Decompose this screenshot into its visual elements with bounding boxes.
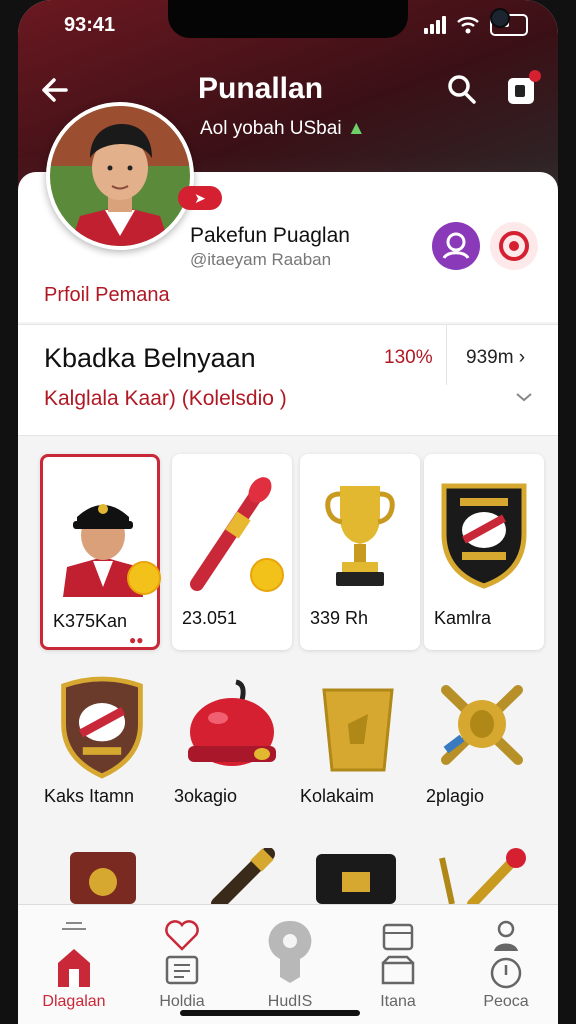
club-crest-icon [441,483,527,589]
plaque-icon[interactable] [68,848,138,904]
gold-cup-icon[interactable] [318,684,398,774]
item-label: 23.051 [182,608,238,628]
chevron-down-icon[interactable] [512,385,536,409]
collection-section[interactable]: Kbadka Belnyaan Kalglala Kaar) (Kolelsdi… [18,324,558,436]
avatar[interactable] [46,102,194,250]
search-icon[interactable] [442,70,482,110]
nav-label: Dlagalan [42,993,106,1010]
status-time: 93:41 [64,14,116,36]
trophy-icon [325,486,395,586]
profile-name: Pakefun Puaglan [190,224,350,247]
bag-icon[interactable] [314,848,398,904]
back-arrow-icon[interactable] [36,70,76,110]
nav-label: HudIS [267,993,313,1010]
item-label: K375Kan [53,611,128,631]
item-label: Kolakaim [300,786,375,806]
notch [168,0,510,38]
gold-emblem-icon[interactable] [432,680,532,770]
item-tile-2[interactable]: 23.051 [172,454,292,650]
nav-label: Holdia [159,993,205,1010]
signal-icon [424,16,446,34]
section-value[interactable]: 939m › [466,347,525,369]
page-title: Punallan [198,72,324,105]
item-label: 3okagio [174,786,238,806]
section-subtitle: Kalglala Kaar) (Kolelsdio ) [44,387,287,410]
person-icon [494,920,518,951]
list-icon [165,955,199,985]
heart-mini-icon: ●● [129,633,144,647]
nav-label: Itana [380,993,416,1010]
bottom-nav: Dlagalan Holdia HudIS Itana Peoca [18,904,558,1024]
shield-crest-icon[interactable] [54,672,150,782]
item-label: Kaks Itamn [44,786,135,806]
section-percent: 130% [384,347,433,368]
verified-badge: ➤ [178,186,222,210]
scroll-icon[interactable] [208,848,278,904]
torches-icon[interactable] [432,848,532,904]
home-active-icon [58,949,90,987]
section-title: Kbadka Belnyaan [44,343,256,373]
nav-item-1[interactable]: Dlagalan [20,915,128,1010]
nav-item-5[interactable]: Peoca [452,915,558,1010]
item-tile-1[interactable]: K375Kan ●● [40,454,161,650]
notification-icon[interactable] [502,70,542,110]
camera-icon [490,8,510,28]
red-helmet-icon[interactable] [182,674,282,774]
nav-item-3[interactable]: HudIS [236,915,344,1010]
nav-label: Peoca [483,993,529,1010]
calendar-icon [382,923,414,951]
chat-button[interactable] [432,222,480,270]
record-icon [499,231,529,261]
item-tile-3[interactable]: 339 Rh [300,454,420,650]
keyhole-icon [268,920,312,983]
heart-icon [165,920,199,951]
coin-badge [250,558,284,592]
box-icon [381,955,415,985]
status-icons [424,14,528,36]
item-label: 339 Rh [310,608,369,628]
home-indicator[interactable] [180,1010,360,1016]
header-subtitle: Aol yobah USbai ▲ [200,118,366,139]
record-button[interactable] [490,222,538,270]
item-tile-4[interactable]: Kamlra [424,454,544,650]
compass-icon [490,957,522,989]
avatar-photo [50,106,190,246]
chat-icon [442,232,470,259]
nav-item-2[interactable]: Holdia [128,915,236,1010]
item-label: Kamlra [434,608,492,628]
section-divider [446,325,447,385]
coin-badge [127,561,161,595]
phone-frame: 93:41 Punallan Aol yobah USbai ▲ ➤ Pakef… [0,0,576,1024]
nav-item-4[interactable]: Itana [344,915,452,1010]
app-screen: 93:41 Punallan Aol yobah USbai ▲ ➤ Pakef… [18,0,558,1024]
profile-handle: @itaeyam Raaban [190,250,332,269]
item-label: 2plagio [426,786,485,806]
thumb-icon: ▲ [346,118,366,139]
profile-link[interactable]: Prfoil Pemana [44,284,170,307]
wifi-icon [457,17,479,34]
